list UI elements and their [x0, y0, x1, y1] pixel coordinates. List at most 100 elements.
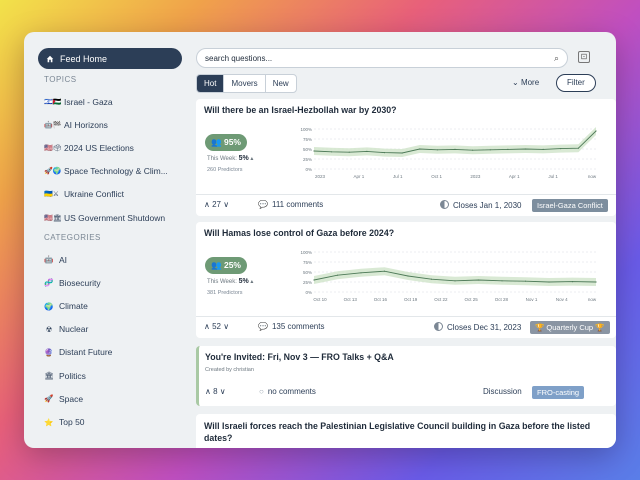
week-label: This Week: — [207, 279, 237, 285]
vote-control[interactable]: ∧ 27 ∨ — [204, 200, 229, 209]
comments-link[interactable]: 💬 111 comments — [258, 200, 323, 209]
data-point — [383, 270, 386, 272]
feed-tabs: Hot Movers New — [196, 74, 297, 93]
question-title[interactable]: Will there be an Israel-Hezbollah war by… — [204, 105, 397, 115]
close-date-text: Closes Dec 31, 2023 — [447, 323, 522, 332]
discussion-title[interactable]: You're Invited: Fri, Nov 3 — FRO Talks +… — [205, 352, 394, 362]
comment-icon: 💬 — [258, 200, 268, 209]
tab-movers[interactable]: Movers — [224, 75, 266, 92]
tab-new[interactable]: New — [266, 75, 296, 92]
data-point — [542, 148, 544, 150]
x-tick-label: Nov 4 — [556, 297, 568, 302]
topics-title: TOPICS — [44, 75, 77, 84]
topic-item[interactable]: 🇺🇦⚔ Ukraine Conflict — [38, 183, 182, 206]
categories-title: CATEGORIES — [44, 233, 101, 243]
topic-icon: 🚀🌍 — [44, 168, 62, 176]
topic-tag[interactable]: Israel-Gaza Conflict — [532, 199, 608, 212]
topic-item[interactable]: 🤖🏁 AI Horizons — [38, 113, 182, 136]
category-item[interactable]: 🚀 Space — [38, 387, 182, 410]
topic-icon: 🇮🇱🇵🇸 — [44, 98, 62, 106]
forecaster-count: 381 Predictors — [207, 290, 243, 296]
topic-item[interactable]: 🚀🌍 Space Technology & Clim... — [38, 160, 182, 183]
topic-item[interactable]: 🇮🇱🇵🇸 Israel - Gaza — [38, 90, 182, 113]
x-tick-label: Oct 25 — [464, 297, 478, 302]
week-value: 5% — [238, 155, 249, 162]
topic-icon: 🇺🇸🏛 — [44, 214, 62, 222]
x-tick-label: now — [588, 297, 597, 302]
weekly-change: This Week: 5% ▴ — [207, 155, 253, 162]
card-footer: ∧ 8 ∨ ○ no comments Discussion FRO-castin… — [199, 382, 616, 404]
data-point — [577, 147, 579, 149]
category-icon: 🤖 — [44, 255, 54, 265]
categories-list: 🤖 AI 🧬 Biosecurity 🌍 Climate ☢ Nuclear 🔮 Distant … — [38, 248, 182, 434]
question-title[interactable]: Will Israeli forces reach the Palestinia… — [204, 420, 604, 444]
comments-link[interactable]: ○ no comments — [259, 387, 316, 396]
question-title[interactable]: Will Hamas lose control of Gaza before 2… — [204, 228, 394, 238]
category-item[interactable]: 🌍 Climate — [38, 295, 182, 318]
week-value: 5% — [238, 278, 249, 285]
week-label: This Week: — [207, 156, 237, 162]
data-point — [472, 149, 474, 151]
data-point — [477, 279, 480, 281]
category-label: AI — [59, 254, 68, 265]
y-tick-label: 0% — [305, 167, 312, 172]
category-item[interactable]: ☢ Nuclear — [38, 318, 182, 341]
topic-label: Space Technology & Clim... — [64, 166, 168, 177]
data-point — [560, 148, 562, 150]
close-date: Closes Dec 31, 2023 — [434, 322, 521, 332]
more-dropdown[interactable]: ⌄ More — [512, 78, 539, 87]
prediction-chart: 100%75%50%25%0%2023 Apr 1 Jul 1 Oct 1 2023 Ap… — [300, 127, 597, 179]
vote-count: 52 — [212, 322, 221, 331]
data-point — [331, 151, 333, 153]
search-icon[interactable]: ⌕ — [554, 53, 559, 64]
topic-item[interactable]: 🇺🇸🗳 2024 US Elections — [38, 136, 182, 159]
x-tick-label: Apr 1 — [509, 174, 520, 179]
category-icon: 🌍 — [44, 301, 54, 311]
data-point — [430, 278, 433, 280]
category-item[interactable]: 🏛 Politics — [38, 364, 182, 387]
feed-home-button[interactable]: Feed Home — [38, 48, 182, 69]
question-card[interactable]: Will Israeli forces reach the Palestinia… — [196, 414, 616, 448]
vote-control[interactable]: ∧ 52 ∨ — [204, 322, 229, 331]
comments-link[interactable]: 💬 135 comments — [258, 322, 324, 331]
data-point — [360, 272, 362, 274]
category-item[interactable]: 🧬 Biosecurity — [38, 271, 182, 294]
x-tick-label: Apr 1 — [353, 174, 364, 179]
discussion-card[interactable]: You're Invited: Fri, Nov 3 — FRO Talks +… — [196, 346, 616, 406]
y-tick-label: 25% — [303, 157, 312, 162]
data-point — [313, 279, 315, 281]
topic-item[interactable]: 🇺🇸🏛 US Government Shutdown — [38, 206, 182, 229]
data-point — [383, 152, 386, 154]
chevron-down-icon: ⌄ — [512, 78, 519, 87]
category-label: Politics — [59, 370, 86, 381]
data-point — [548, 281, 550, 283]
post-type: Discussion — [483, 387, 522, 396]
discussion-author: Created by christian — [205, 367, 254, 373]
x-tick-label: Oct 16 — [374, 297, 388, 302]
data-point — [524, 280, 527, 282]
close-date-text: Closes Jan 1, 2030 — [453, 201, 522, 210]
card-footer: ∧ 27 ∨ 💬 111 comments Closes Jan 1, 2030 … — [196, 194, 616, 216]
settings-icon[interactable]: ⊡ — [578, 51, 590, 63]
category-icon: ☢ — [45, 324, 53, 334]
clock-icon — [434, 322, 443, 331]
question-card[interactable]: Will Hamas lose control of Gaza before 2… — [196, 222, 616, 338]
weekly-change: This Week: 5% ▴ — [207, 278, 253, 285]
x-tick-label: now — [588, 174, 597, 179]
topic-tag[interactable]: 🏆 Quarterly Cup 🏆 — [530, 321, 610, 334]
topic-tag[interactable]: FRO-casting — [532, 386, 585, 399]
y-tick-label: 100% — [300, 127, 312, 132]
search-input[interactable]: search questions... ⌕ — [196, 48, 568, 68]
tab-hot[interactable]: Hot — [197, 75, 225, 92]
data-point — [524, 148, 527, 150]
category-item[interactable]: 🤖 AI — [38, 248, 182, 271]
data-point — [348, 151, 350, 153]
x-tick-label: Oct 10 — [313, 297, 327, 302]
question-card[interactable]: Will there be an Israel-Hezbollah war by… — [196, 99, 616, 216]
topic-icon: 🤖🏁 — [44, 121, 62, 129]
category-item[interactable]: 🔮 Distant Future — [38, 341, 182, 364]
category-item[interactable]: ⭐ Top 50 — [38, 410, 182, 433]
y-tick-label: 0% — [305, 290, 312, 295]
filter-button[interactable]: Filter — [556, 74, 596, 92]
vote-control[interactable]: ∧ 8 ∨ — [205, 387, 226, 396]
